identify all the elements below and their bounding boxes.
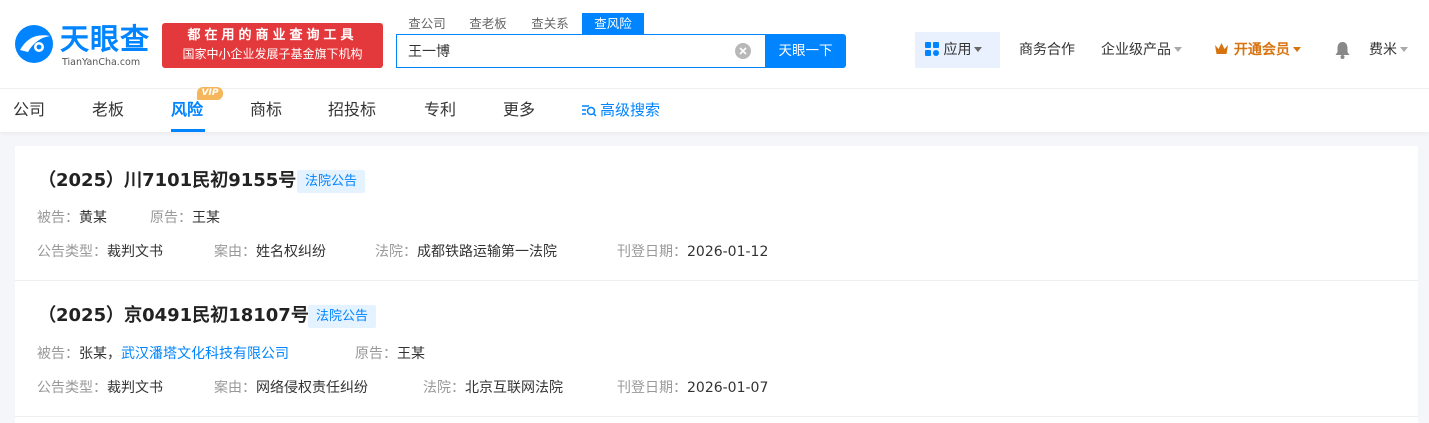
defendant-name: 黄某 — [79, 210, 107, 226]
case-number[interactable]: （2025）京0491民初18107号 — [38, 304, 309, 328]
publish-date-label: 刊登日期： — [617, 244, 687, 260]
defendant-company-link[interactable]: 武汉潘塔文化科技有限公司 — [121, 346, 289, 362]
logo-domain: TianYanCha.com — [62, 57, 141, 68]
notice-type: 裁判文书 — [107, 380, 163, 396]
open-vip-label: 开通会员 — [1233, 42, 1290, 58]
court: 成都铁路运输第一法院 — [417, 244, 557, 260]
apps-label: 应用 — [943, 42, 972, 58]
clear-icon[interactable] — [735, 43, 751, 59]
apps-grid-icon — [925, 42, 939, 56]
nav-more[interactable]: 更多 — [503, 99, 535, 121]
court-notice-tag: 法院公告 — [297, 170, 366, 193]
apps-button[interactable]: 应用 — [915, 32, 1000, 68]
advanced-search-link[interactable]: 高级搜索 — [582, 99, 660, 121]
bell-icon[interactable] — [1334, 41, 1351, 59]
notice-type-label: 公告类型： — [37, 380, 107, 396]
search-input[interactable] — [397, 35, 727, 67]
publish-date: 2026-01-12 — [687, 244, 769, 260]
court-label: 法院： — [375, 244, 417, 260]
nav-trademark[interactable]: 商标 — [250, 99, 282, 121]
enterprise-products-menu[interactable]: 企业级产品 — [1101, 40, 1182, 60]
tianyancha-logo-icon — [15, 25, 53, 63]
publish-date-label: 刊登日期： — [617, 380, 687, 396]
court: 北京互联网法院 — [465, 380, 563, 396]
cause-label: 案由： — [214, 244, 256, 260]
nav-boss[interactable]: 老板 — [92, 99, 124, 121]
publish-date: 2026-01-07 — [687, 380, 769, 396]
logo-text: 天眼查 — [60, 22, 151, 56]
cause: 网络侵权责任纠纷 — [256, 380, 368, 396]
nav-patent[interactable]: 专利 — [424, 99, 456, 121]
user-menu[interactable]: 费米 — [1369, 40, 1408, 60]
results-list: （2025）川7101民初9155号 法院公告 被告：黄某 原告：王某 公告类型… — [15, 146, 1418, 423]
notice-type: 裁判文书 — [107, 244, 163, 260]
plaintiff-name: 王某 — [192, 210, 220, 226]
result-card: （2025）川7101民初9155号 法院公告 被告：黄某 原告：王某 公告类型… — [15, 146, 1418, 281]
chevron-down-icon — [1292, 47, 1301, 52]
slogan-line-2: 国家中小企业发展子基金旗下机构 — [182, 47, 363, 61]
slogan-line-1: 都在用的商业查询工具 — [187, 28, 358, 43]
tab-search-company[interactable]: 查公司 — [397, 13, 457, 35]
court-notice-tag: 法院公告 — [308, 305, 377, 328]
open-vip-menu[interactable]: 开通会员 — [1214, 40, 1301, 60]
enterprise-products-label: 企业级产品 — [1101, 42, 1171, 58]
nav-bidding[interactable]: 招投标 — [328, 99, 376, 121]
vip-badge: VIP — [197, 87, 223, 100]
defendant-name: 张某， — [79, 346, 121, 362]
top-header: 天眼查 TianYanCha.com 都在用的商业查询工具 国家中小企业发展子基… — [0, 0, 1429, 88]
tab-search-risk[interactable]: 查风险 — [582, 13, 644, 35]
search-box — [396, 34, 766, 68]
chevron-down-icon — [974, 47, 983, 52]
defendant-label: 被告： — [37, 210, 79, 226]
advanced-search-label: 高级搜索 — [600, 101, 661, 119]
nav-risk[interactable]: 风险 — [171, 99, 203, 121]
plaintiff-label: 原告： — [355, 346, 397, 362]
notice-type-label: 公告类型： — [37, 244, 107, 260]
plaintiff-label: 原告： — [150, 210, 192, 226]
nav-company[interactable]: 公司 — [13, 99, 45, 121]
court-label: 法院： — [423, 380, 465, 396]
chevron-down-icon — [1400, 47, 1408, 52]
search-button[interactable]: 天眼一下 — [765, 34, 846, 68]
tab-search-relation[interactable]: 查关系 — [519, 13, 581, 35]
business-cooperation-link[interactable]: 商务合作 — [1019, 40, 1075, 60]
crown-icon — [1215, 43, 1228, 54]
site-logo[interactable]: 天眼查 TianYanCha.com — [12, 22, 157, 70]
cause: 姓名权纠纷 — [256, 244, 326, 260]
slogan-banner[interactable]: 都在用的商业查询工具 国家中小企业发展子基金旗下机构 — [162, 23, 383, 68]
result-card: （2025）京0491民初18107号 法院公告 被告：张某，武汉潘塔文化科技有… — [15, 282, 1418, 417]
cause-label: 案由： — [214, 380, 256, 396]
active-tab-underline — [171, 129, 205, 132]
case-number[interactable]: （2025）川7101民初9155号 — [38, 169, 296, 193]
defendant-label: 被告： — [37, 346, 79, 362]
advanced-search-icon — [582, 105, 597, 117]
chevron-down-icon — [1174, 47, 1182, 52]
plaintiff-name: 王某 — [397, 346, 425, 362]
user-name: 费米 — [1369, 42, 1397, 58]
tab-search-boss[interactable]: 查老板 — [458, 13, 518, 35]
